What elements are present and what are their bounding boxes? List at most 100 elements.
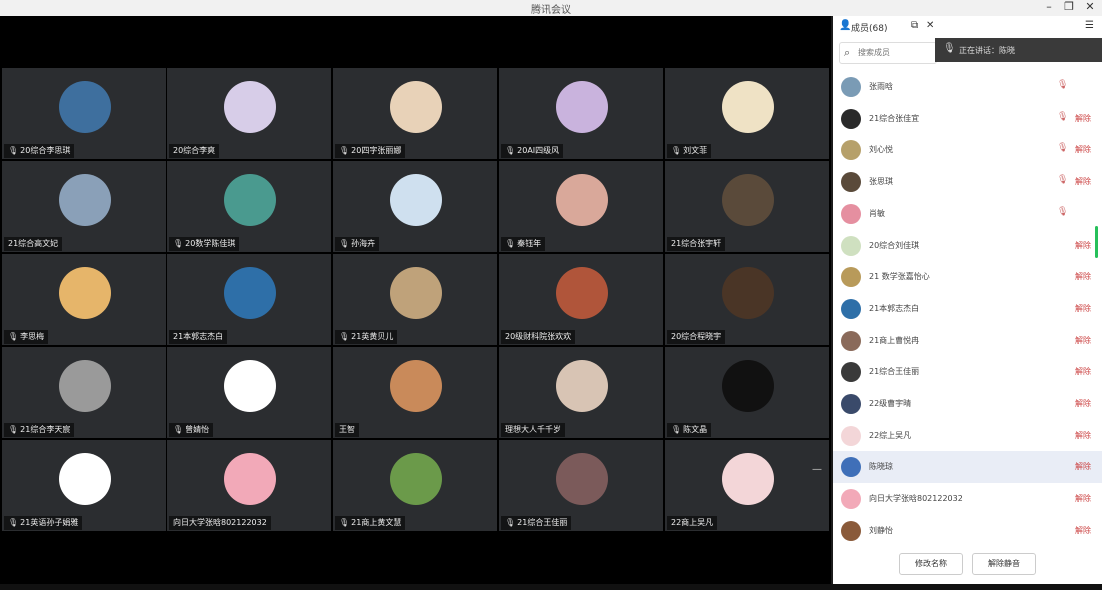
- participant-name: 🎙 陈文晶: [667, 423, 712, 437]
- microphone-icon[interactable]: 🎙: [1057, 143, 1068, 153]
- participant-name-text: 21综合李天宸: [20, 425, 71, 434]
- video-tile[interactable]: 理想大人千千岁: [499, 347, 663, 438]
- microphone-icon: 🎙: [943, 43, 956, 54]
- avatar: [841, 172, 861, 193]
- video-tile[interactable]: 🎙 21商上黄文慧: [333, 440, 497, 531]
- unmute-member-button[interactable]: 解除: [1075, 113, 1091, 124]
- microphone-icon[interactable]: 🎙: [1057, 207, 1068, 217]
- video-tile[interactable]: 🎙 20综合李思琪: [2, 68, 166, 159]
- video-tile[interactable]: 21综合高文妃: [2, 161, 166, 252]
- member-row[interactable]: 21商上曹悦冉 解除: [833, 325, 1102, 357]
- member-search[interactable]: ⌕: [839, 42, 937, 64]
- video-tile[interactable]: 🎙 秦钰年: [499, 161, 663, 252]
- video-tile[interactable]: 20综合程晓宇: [665, 254, 829, 345]
- unmute-member-button[interactable]: 解除: [1075, 335, 1091, 346]
- video-tile[interactable]: 🎙 20AI四级风: [499, 68, 663, 159]
- video-tile[interactable]: 🎙 陈文晶: [665, 347, 829, 438]
- participant-name: 🎙 21综合王佳丽: [501, 516, 572, 530]
- unmute-member-button[interactable]: 解除: [1075, 144, 1091, 155]
- member-row[interactable]: 20综合刘佳琪 解除: [833, 230, 1102, 262]
- unmute-member-button[interactable]: 解除: [1075, 271, 1091, 282]
- unmute-member-button[interactable]: 解除: [1075, 176, 1091, 187]
- video-tile[interactable]: 21综合张宇轩: [665, 161, 829, 252]
- video-tile[interactable]: 20级财科院张欢欢: [499, 254, 663, 345]
- video-tile[interactable]: 🎙 曾婧怡: [167, 347, 331, 438]
- participant-name: 🎙 20综合李思琪: [4, 144, 75, 158]
- microphone-icon[interactable]: 🎙: [1057, 80, 1068, 90]
- video-tile[interactable]: 🎙 刘文菲: [665, 68, 829, 159]
- member-row[interactable]: 张雨晗 🎙: [833, 71, 1102, 103]
- avatar: [224, 267, 276, 319]
- avatar: [59, 453, 111, 505]
- video-tile[interactable]: 王智: [333, 347, 497, 438]
- avatar: [390, 360, 442, 412]
- microphone-icon: 🎙: [8, 332, 19, 341]
- unmute-member-button[interactable]: 解除: [1075, 398, 1091, 409]
- unmute-member-button[interactable]: 解除: [1075, 461, 1091, 472]
- unmute-member-button[interactable]: 解除: [1075, 303, 1091, 314]
- video-tile[interactable]: 22商上吴凡: [665, 440, 829, 531]
- members-panel: 👤 成员(68) ⧉ ✕ ☰ ⌕ 🎙 正在讲话：陈晓 张雨晗 🎙 21综合张佳宜 🎙 解…: [833, 16, 1102, 584]
- avatar: [722, 81, 774, 133]
- popout-icon[interactable]: ⧉: [911, 20, 918, 31]
- unmute-member-button[interactable]: 解除: [1075, 366, 1091, 377]
- scrollbar[interactable]: [1095, 226, 1098, 258]
- participant-name: 20综合李爽: [169, 144, 220, 158]
- minimize-icon[interactable]: –: [1038, 0, 1060, 16]
- member-row[interactable]: 向日大学张晗802122032 解除: [833, 483, 1102, 515]
- video-tile[interactable]: 向日大学张晗802122032: [167, 440, 331, 531]
- close-icon[interactable]: ✕: [1079, 0, 1101, 16]
- unmute-all-button[interactable]: 解除静音: [972, 553, 1036, 575]
- search-input[interactable]: [858, 45, 932, 59]
- member-row[interactable]: 刘静怡 解除: [833, 515, 1102, 547]
- unmute-member-button[interactable]: 解除: [1075, 525, 1091, 536]
- video-tile[interactable]: 🎙 20数学陈佳琪: [167, 161, 331, 252]
- microphone-icon[interactable]: 🎙: [1057, 112, 1068, 122]
- members-header: 👤 成员(68) ⧉ ✕ ☰: [833, 16, 1102, 38]
- video-tile[interactable]: 🎙 21综合王佳丽: [499, 440, 663, 531]
- member-row[interactable]: 21综合张佳宜 🎙 解除: [833, 103, 1102, 135]
- microphone-icon: 🎙: [505, 146, 516, 155]
- member-name: 21综合王佳丽: [869, 367, 920, 377]
- avatar: [722, 267, 774, 319]
- menu-icon[interactable]: ☰: [1085, 20, 1094, 31]
- avatar: [556, 174, 608, 226]
- microphone-icon[interactable]: 🎙: [1057, 175, 1068, 185]
- member-row[interactable]: 张思琪 🎙 解除: [833, 166, 1102, 198]
- restore-icon[interactable]: ❐: [1058, 0, 1080, 16]
- unmute-member-button[interactable]: 解除: [1075, 430, 1091, 441]
- member-row[interactable]: 22级曹宇晴 解除: [833, 388, 1102, 420]
- video-tile[interactable]: 🎙 21英黄贝儿: [333, 254, 497, 345]
- unmute-member-button[interactable]: 解除: [1075, 493, 1091, 504]
- member-row[interactable]: 21本郭志杰白 解除: [833, 293, 1102, 325]
- participant-name: 21综合高文妃: [4, 237, 63, 251]
- microphone-icon: 🎙: [339, 518, 350, 527]
- members-title: 成员(68): [851, 24, 888, 34]
- avatar: [841, 235, 861, 256]
- avatar: [722, 360, 774, 412]
- participant-name-text: 理想大人千千岁: [505, 425, 561, 434]
- member-row[interactable]: 肖敏 🎙: [833, 198, 1102, 230]
- video-tile[interactable]: 🎙 20四字张丽娜: [333, 68, 497, 159]
- collapse-icon[interactable]: —: [812, 464, 822, 475]
- video-tile[interactable]: 🎙 21综合李天宸: [2, 347, 166, 438]
- unmute-member-button[interactable]: 解除: [1075, 240, 1091, 251]
- video-tile[interactable]: 🎙 孙海卉: [333, 161, 497, 252]
- video-tile[interactable]: 🎙 21英语孙子娟雅: [2, 440, 166, 531]
- video-tile[interactable]: 20综合李爽: [167, 68, 331, 159]
- member-row[interactable]: 刘心悦 🎙 解除: [833, 134, 1102, 166]
- participant-name-text: 21综合张宇轩: [671, 239, 722, 248]
- participant-name-text: 21综合高文妃: [8, 239, 59, 248]
- close-panel-icon[interactable]: ✕: [926, 20, 934, 31]
- member-name: 21综合张佳宜: [869, 113, 920, 123]
- avatar: [556, 81, 608, 133]
- member-row[interactable]: 22综上吴凡 解除: [833, 420, 1102, 452]
- participant-name: 🎙 曾婧怡: [169, 423, 214, 437]
- video-tile[interactable]: 🎙 李思梅: [2, 254, 166, 345]
- rename-button[interactable]: 修改名称: [899, 553, 963, 575]
- avatar: [841, 267, 861, 288]
- member-row[interactable]: 陈晓琼 解除: [833, 451, 1102, 484]
- member-row[interactable]: 21综合王佳丽 解除: [833, 356, 1102, 388]
- video-tile[interactable]: 21本郭志杰白: [167, 254, 331, 345]
- member-row[interactable]: 21 数学张嘉怡心 解除: [833, 261, 1102, 293]
